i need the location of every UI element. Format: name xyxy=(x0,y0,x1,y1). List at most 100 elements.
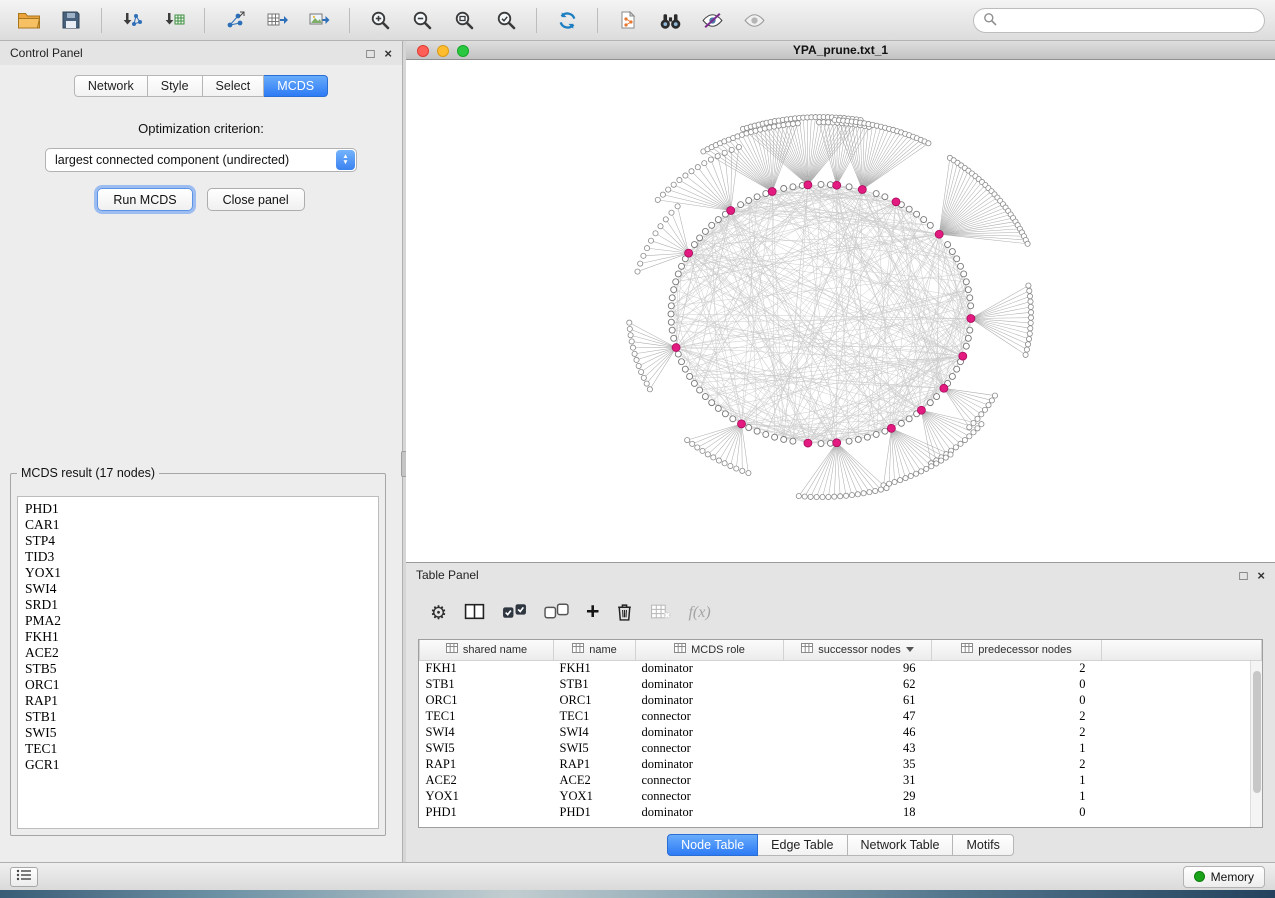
cell-name[interactable]: YOX1 xyxy=(554,788,636,804)
mcds-result-item[interactable]: SWI5 xyxy=(25,725,371,741)
cell-filler[interactable] xyxy=(1102,788,1262,804)
float-panel-icon[interactable]: □ xyxy=(367,47,375,60)
mcds-result-item[interactable]: RAP1 xyxy=(25,693,371,709)
export-table-button[interactable] xyxy=(258,5,296,36)
mcds-result-item[interactable]: PHD1 xyxy=(25,501,371,517)
column-header-mcds-role[interactable]: MCDS role xyxy=(636,640,784,660)
search-input[interactable] xyxy=(1003,13,1255,27)
zoom-window-button[interactable] xyxy=(457,45,469,57)
cell-filler[interactable] xyxy=(1102,740,1262,756)
cell-filler[interactable] xyxy=(1102,756,1262,772)
mcds-result-item[interactable]: PMA2 xyxy=(25,613,371,629)
close-panel-icon[interactable]: × xyxy=(1257,569,1265,582)
mcds-result-item[interactable]: STP4 xyxy=(25,533,371,549)
table-row[interactable]: ACE2ACE2connector311 xyxy=(420,772,1262,788)
column-header-successor-nodes[interactable]: successor nodes xyxy=(784,640,932,660)
cell-pred[interactable]: 2 xyxy=(932,724,1102,740)
cell-filler[interactable] xyxy=(1102,772,1262,788)
cell-pred[interactable]: 2 xyxy=(932,660,1102,676)
cell-role[interactable]: dominator xyxy=(636,676,784,692)
close-window-button[interactable] xyxy=(417,45,429,57)
column-header-shared-name[interactable]: shared name xyxy=(420,640,554,660)
cell-pred[interactable]: 1 xyxy=(932,740,1102,756)
table-row[interactable]: STB1STB1dominator620 xyxy=(420,676,1262,692)
table-row[interactable]: TEC1TEC1connector472 xyxy=(420,708,1262,724)
export-image-button[interactable] xyxy=(300,5,338,36)
table-row[interactable]: SWI5SWI5connector431 xyxy=(420,740,1262,756)
tab-network[interactable]: Network xyxy=(74,75,148,97)
cell-name[interactable]: TEC1 xyxy=(554,708,636,724)
cell-succ[interactable]: 43 xyxy=(784,740,932,756)
cell-pred[interactable]: 2 xyxy=(932,756,1102,772)
select-all-button[interactable] xyxy=(502,603,527,623)
delete-column-button[interactable] xyxy=(616,602,633,624)
mcds-result-item[interactable]: ACE2 xyxy=(25,645,371,661)
table-row[interactable]: RAP1RAP1dominator352 xyxy=(420,756,1262,772)
tab-style[interactable]: Style xyxy=(148,75,203,97)
mcds-result-item[interactable]: STB1 xyxy=(25,709,371,725)
cell-name[interactable]: STB1 xyxy=(554,676,636,692)
cell-name[interactable]: FKH1 xyxy=(554,660,636,676)
minimize-window-button[interactable] xyxy=(437,45,449,57)
cell-filler[interactable] xyxy=(1102,660,1262,676)
function-builder-button[interactable]: f(x) xyxy=(688,604,710,622)
cell-name[interactable]: ORC1 xyxy=(554,692,636,708)
cell-name[interactable]: ACE2 xyxy=(554,772,636,788)
cell-shared[interactable]: YOX1 xyxy=(420,788,554,804)
cell-succ[interactable]: 47 xyxy=(784,708,932,724)
mcds-result-item[interactable]: GCR1 xyxy=(25,757,371,773)
table-row[interactable]: PHD1PHD1dominator180 xyxy=(420,804,1262,820)
cell-role[interactable]: dominator xyxy=(636,724,784,740)
mcds-result-item[interactable]: SRD1 xyxy=(25,597,371,613)
cell-filler[interactable] xyxy=(1102,676,1262,692)
network-view[interactable] xyxy=(406,60,1275,562)
mcds-result-item[interactable]: FKH1 xyxy=(25,629,371,645)
table-row[interactable]: FKH1FKH1dominator962 xyxy=(420,660,1262,676)
open-session-button[interactable] xyxy=(10,5,48,36)
memory-button[interactable]: Memory xyxy=(1183,866,1265,888)
mcds-result-item[interactable]: SWI4 xyxy=(25,581,371,597)
delete-table-button-disabled[interactable] xyxy=(650,603,671,623)
cell-shared[interactable]: TEC1 xyxy=(420,708,554,724)
cell-succ[interactable]: 46 xyxy=(784,724,932,740)
cell-succ[interactable]: 96 xyxy=(784,660,932,676)
cell-role[interactable]: dominator xyxy=(636,660,784,676)
cell-shared[interactable]: FKH1 xyxy=(420,660,554,676)
cell-succ[interactable]: 62 xyxy=(784,676,932,692)
table-scrollbar[interactable] xyxy=(1250,661,1262,827)
mcds-result-item[interactable]: YOX1 xyxy=(25,565,371,581)
float-panel-icon[interactable]: □ xyxy=(1240,569,1248,582)
cell-shared[interactable]: ACE2 xyxy=(420,772,554,788)
save-session-button[interactable] xyxy=(52,5,90,36)
cell-name[interactable]: RAP1 xyxy=(554,756,636,772)
mcds-result-item[interactable]: ORC1 xyxy=(25,677,371,693)
mcds-result-item[interactable]: TID3 xyxy=(25,549,371,565)
tab-network-table[interactable]: Network Table xyxy=(848,834,954,856)
column-header-predecessor-nodes[interactable]: predecessor nodes xyxy=(932,640,1102,660)
cell-pred[interactable]: 1 xyxy=(932,772,1102,788)
cell-role[interactable]: dominator xyxy=(636,756,784,772)
close-panel-button[interactable]: Close panel xyxy=(207,188,305,211)
cell-succ[interactable]: 61 xyxy=(784,692,932,708)
cell-role[interactable]: connector xyxy=(636,788,784,804)
import-network-button[interactable] xyxy=(113,5,151,36)
cell-role[interactable]: dominator xyxy=(636,804,784,820)
cell-role[interactable]: connector xyxy=(636,708,784,724)
table-row[interactable]: ORC1ORC1dominator610 xyxy=(420,692,1262,708)
create-column-button[interactable]: + xyxy=(586,600,599,623)
cell-shared[interactable]: SWI4 xyxy=(420,724,554,740)
export-document-button[interactable] xyxy=(609,5,647,36)
mcds-result-item[interactable]: CAR1 xyxy=(25,517,371,533)
close-panel-icon[interactable]: × xyxy=(384,47,392,60)
cell-pred[interactable]: 2 xyxy=(932,708,1102,724)
zoom-selected-button[interactable] xyxy=(487,5,525,36)
toggle-graphics-details-button[interactable] xyxy=(693,5,731,36)
show-details-button[interactable] xyxy=(735,5,773,36)
cell-name[interactable]: SWI5 xyxy=(554,740,636,756)
table-scrollbar-thumb[interactable] xyxy=(1253,671,1261,793)
tab-edge-table[interactable]: Edge Table xyxy=(758,834,847,856)
table-row[interactable]: SWI4SWI4dominator462 xyxy=(420,724,1262,740)
mcds-result-item[interactable]: STB5 xyxy=(25,661,371,677)
column-selector-button[interactable] xyxy=(464,603,485,623)
cell-filler[interactable] xyxy=(1102,708,1262,724)
